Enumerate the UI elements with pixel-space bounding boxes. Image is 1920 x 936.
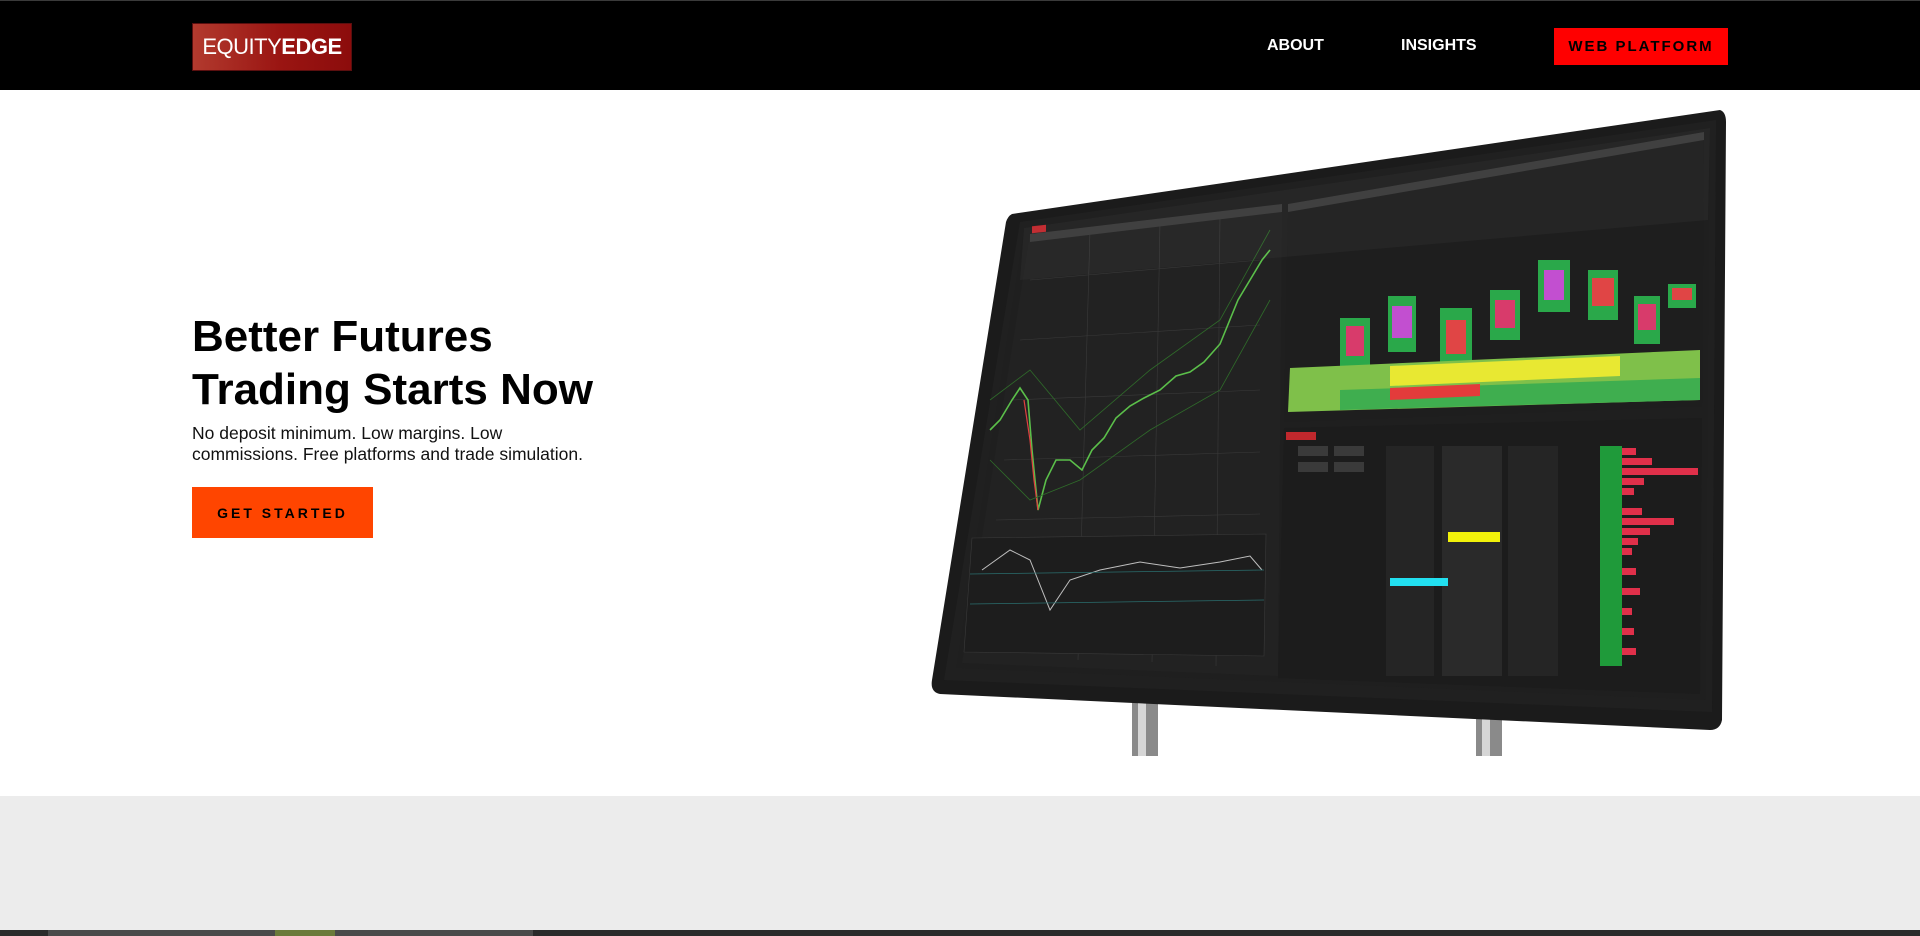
brand-logo[interactable]: EQUITY EDGE (192, 23, 352, 71)
get-started-button[interactable]: GET STARTED (192, 487, 373, 538)
hero-title: Better Futures Trading Starts Now (192, 310, 652, 416)
hero-title-line2: Trading Starts Now (192, 365, 593, 414)
hero-title-line1: Better Futures (192, 312, 493, 361)
nav-insights-link[interactable]: INSIGHTS (1401, 37, 1477, 55)
superdom-panel (1278, 418, 1702, 694)
web-platform-button[interactable]: WEB PLATFORM (1554, 28, 1728, 65)
bottom-image-strip (0, 930, 1920, 936)
logo-text-equity: EQUITY (202, 34, 282, 59)
bottom-strip-image-2 (275, 930, 335, 936)
site-header: EQUITY EDGE ABOUT INSIGHTS WEB PLATFORM (0, 0, 1920, 90)
lower-section (0, 796, 1920, 936)
hero-subtitle: No deposit minimum. Low margins. Low com… (192, 423, 583, 464)
nav-about-link[interactable]: ABOUT (1267, 37, 1324, 55)
logo-text-edge: EDGE (281, 34, 342, 59)
trading-platform-monitor-image (920, 100, 1740, 760)
